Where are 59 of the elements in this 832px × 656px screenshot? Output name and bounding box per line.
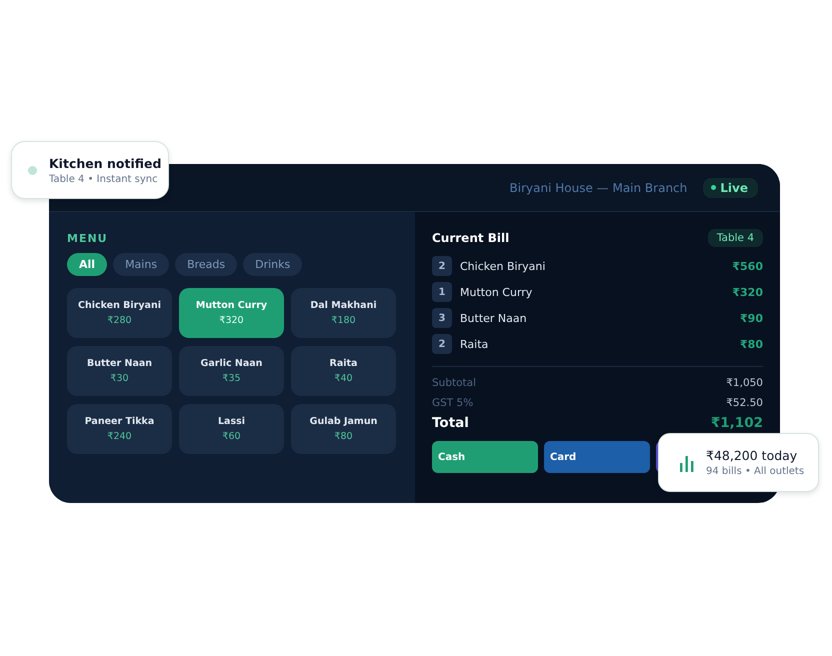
item-name: Lassi — [218, 416, 246, 427]
item-price: ₹40 — [334, 373, 353, 384]
tax-label: GST 5% — [432, 397, 474, 409]
filter-tab[interactable]: Mains — [113, 253, 170, 276]
line-amount: ₹320 — [732, 286, 763, 298]
item-name: Raita — [330, 358, 358, 369]
item-name: Butter Naan — [86, 358, 152, 369]
menu-tile[interactable]: Garlic Naan ₹35 — [179, 346, 284, 396]
menu-tile[interactable]: Gulab Jamun ₹80 — [291, 404, 396, 454]
menu-tile[interactable]: Butter Naan ₹30 — [67, 346, 172, 396]
quantity-badge: 2 — [432, 256, 452, 276]
item-name: Paneer Tikka — [84, 416, 154, 427]
line-item-name: Chicken Biryani — [460, 260, 546, 272]
menu-tile[interactable]: Lassi ₹60 — [179, 404, 284, 454]
bill-title: Current Bill — [432, 231, 510, 245]
subtotal-value: ₹1,050 — [726, 377, 763, 389]
item-price: ₹180 — [331, 315, 356, 326]
branch-name: Biryani House — Main Branch — [510, 180, 688, 194]
subtotal-label: Subtotal — [432, 377, 476, 389]
line-amount: ₹90 — [740, 312, 763, 324]
line-item-name: Raita — [460, 338, 490, 350]
item-price: ₹240 — [107, 431, 132, 442]
payment-button[interactable]: Card — [544, 441, 650, 473]
quantity-badge: 1 — [432, 282, 452, 302]
item-name: Garlic Naan — [200, 358, 262, 369]
menu-tile[interactable]: Dal Makhani ₹180 — [291, 288, 396, 338]
line-amount: ₹80 — [740, 338, 763, 350]
bar-chart-icon — [680, 454, 694, 472]
quantity-badge: 2 — [432, 334, 452, 354]
item-name: Gulab Jamun — [310, 416, 378, 427]
filter-tab[interactable]: Drinks — [243, 253, 302, 276]
section-title: MENU — [67, 232, 109, 245]
total-value: ₹1,102 — [710, 415, 763, 431]
item-price: ₹35 — [222, 373, 241, 384]
item-name: Mutton Curry — [196, 300, 268, 311]
filter-tab[interactable]: Breads — [175, 253, 238, 276]
toast-subtitle: Table 4 • Instant sync — [49, 174, 159, 184]
item-price: ₹320 — [219, 315, 244, 326]
menu-tile[interactable]: Raita ₹40 — [291, 346, 396, 396]
toast-title: Kitchen notified — [49, 156, 162, 170]
line-item-name: Butter Naan — [460, 312, 528, 324]
item-price: ₹280 — [107, 315, 132, 326]
table-badge: Table 4 — [708, 229, 763, 247]
item-price: ₹60 — [222, 431, 241, 442]
tax-value: ₹52.50 — [726, 397, 763, 409]
quantity-badge: 3 — [432, 308, 452, 328]
item-name: Chicken Biryani — [78, 300, 161, 311]
item-price: ₹80 — [334, 431, 353, 442]
line-item-name: Mutton Curry — [460, 286, 534, 298]
line-amount: ₹560 — [732, 260, 763, 272]
menu-tile[interactable]: Chicken Biryani ₹280 — [67, 288, 172, 338]
item-name: Dal Makhani — [310, 300, 377, 311]
status-badge: Live — [703, 178, 758, 198]
stats-subtitle: 94 bills • All outlets — [706, 466, 804, 477]
total-label: Total — [432, 415, 469, 431]
status-dot-icon — [28, 166, 37, 174]
menu-tile[interactable]: Paneer Tikka ₹240 — [67, 404, 172, 454]
stats-title: ₹48,200 today — [706, 448, 798, 463]
item-price: ₹30 — [110, 373, 129, 384]
